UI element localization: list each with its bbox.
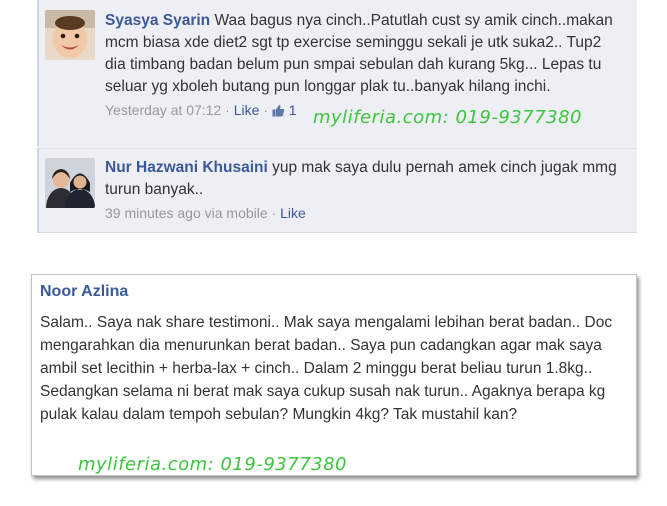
- avatar[interactable]: [45, 10, 95, 60]
- comment-author[interactable]: Syasya Syarin: [105, 12, 210, 29]
- like-link[interactable]: Like: [280, 205, 306, 221]
- comment-body: Syasya Syarin Waa bagus nya cinch..Patut…: [105, 10, 625, 122]
- like-link[interactable]: Like: [234, 102, 260, 118]
- comment-time[interactable]: Yesterday at 07:12: [105, 102, 221, 118]
- watermark: myliferia.com: 019-9377380: [78, 454, 347, 475]
- thumbs-up-icon: [272, 102, 285, 122]
- comment-meta: 39 minutes ago via mobile · Like: [105, 205, 306, 221]
- avatar[interactable]: [45, 158, 95, 208]
- watermark: myliferia.com: 019-9377380: [313, 107, 582, 128]
- comment-item: Nur Hazwani Khusaini yup mak saya dulu p…: [37, 148, 637, 233]
- testimonial-author[interactable]: Noor Azlina: [40, 283, 128, 301]
- like-count[interactable]: 1: [289, 102, 297, 118]
- comment-author[interactable]: Nur Hazwani Khusaini: [105, 159, 268, 176]
- testimonial-box: Noor Azlina Salam.. Saya nak share testi…: [31, 274, 637, 476]
- comment-time[interactable]: 39 minutes ago via mobile: [105, 205, 268, 221]
- testimonial-text: Salam.. Saya nak share testimoni.. Mak s…: [40, 314, 613, 423]
- comment-body: Nur Hazwani Khusaini yup mak saya dulu p…: [105, 157, 625, 223]
